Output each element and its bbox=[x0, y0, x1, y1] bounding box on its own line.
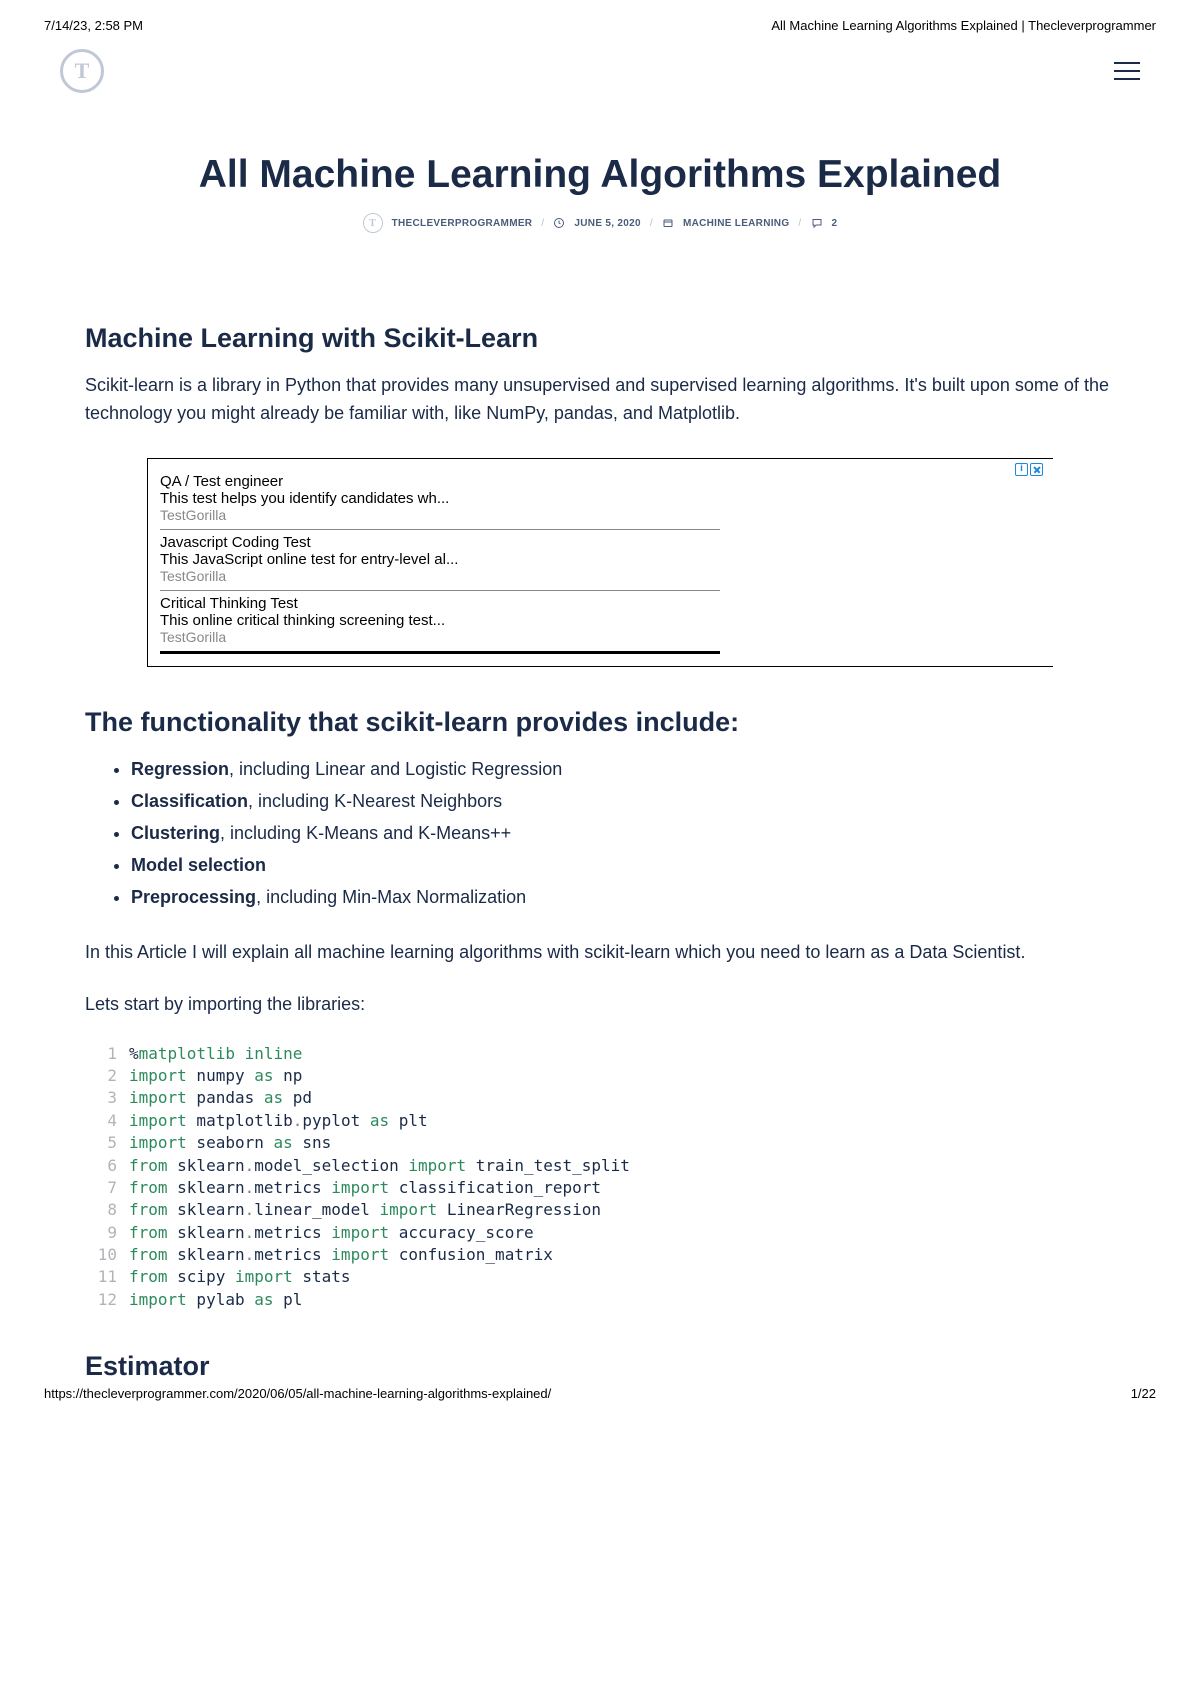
code-line: 8from sklearn.linear_model import Linear… bbox=[85, 1199, 1115, 1221]
code-line: 10from sklearn.metrics import confusion_… bbox=[85, 1244, 1115, 1266]
print-footer: https://thecleverprogrammer.com/2020/06/… bbox=[0, 1382, 1200, 1415]
code-line: 9from sklearn.metrics import accuracy_sc… bbox=[85, 1222, 1115, 1244]
line-number: 1 bbox=[85, 1043, 129, 1065]
article-title: All Machine Learning Algorithms Explaine… bbox=[0, 153, 1200, 197]
list-item: Model selection bbox=[131, 852, 1115, 879]
site-logo[interactable]: T bbox=[60, 49, 104, 93]
body-paragraph: Scikit-learn is a library in Python that… bbox=[85, 372, 1115, 428]
line-number: 4 bbox=[85, 1110, 129, 1132]
ad-title: QA / Test engineer bbox=[160, 473, 720, 490]
print-datetime: 7/14/23, 2:58 PM bbox=[44, 18, 143, 33]
ad-sponsor: TestGorilla bbox=[160, 629, 720, 645]
author-avatar-icon: T bbox=[363, 213, 383, 233]
ad-description: This test helps you identify candidates … bbox=[160, 490, 720, 507]
article-author[interactable]: THECLEVERPROGRAMMER bbox=[392, 218, 533, 229]
line-number: 9 bbox=[85, 1222, 129, 1244]
article-category[interactable]: MACHINE LEARNING bbox=[683, 218, 789, 229]
line-number: 10 bbox=[85, 1244, 129, 1266]
site-nav: T bbox=[0, 33, 1200, 93]
list-item: Classification, including K-Nearest Neig… bbox=[131, 788, 1115, 815]
line-number: 3 bbox=[85, 1087, 129, 1109]
article-content: Machine Learning with Scikit-Learn Sciki… bbox=[0, 323, 1200, 1382]
ad-description: This JavaScript online test for entry-le… bbox=[160, 551, 720, 568]
ad-close-icon[interactable] bbox=[1030, 463, 1043, 476]
line-number: 8 bbox=[85, 1199, 129, 1221]
code-line: 11from scipy import stats bbox=[85, 1266, 1115, 1288]
ad-sponsor: TestGorilla bbox=[160, 507, 720, 523]
print-title: All Machine Learning Algorithms Explaine… bbox=[771, 18, 1156, 33]
line-number: 11 bbox=[85, 1266, 129, 1288]
code-block: 1%matplotlib inline2import numpy as np3i… bbox=[85, 1043, 1115, 1312]
menu-toggle-icon[interactable] bbox=[1114, 62, 1140, 80]
code-line: 2import numpy as np bbox=[85, 1065, 1115, 1087]
ad-description: This online critical thinking screening … bbox=[160, 612, 720, 629]
code-line: 1%matplotlib inline bbox=[85, 1043, 1115, 1065]
ad-item[interactable]: Javascript Coding TestThis JavaScript on… bbox=[160, 530, 720, 591]
meta-separator: / bbox=[798, 218, 801, 229]
code-line: 7from sklearn.metrics import classificat… bbox=[85, 1177, 1115, 1199]
line-number: 12 bbox=[85, 1289, 129, 1311]
print-page: 1/22 bbox=[1131, 1386, 1156, 1401]
section-heading: The functionality that scikit-learn prov… bbox=[85, 707, 1115, 738]
code-line: 4import matplotlib.pyplot as plt bbox=[85, 1110, 1115, 1132]
print-url: https://thecleverprogrammer.com/2020/06/… bbox=[44, 1386, 551, 1401]
ad-controls: i bbox=[1015, 463, 1043, 476]
article-hero: All Machine Learning Algorithms Explaine… bbox=[0, 153, 1200, 233]
meta-separator: / bbox=[541, 218, 544, 229]
clock-icon bbox=[553, 217, 565, 229]
article-meta: T THECLEVERPROGRAMMER / JUNE 5, 2020 / M… bbox=[0, 213, 1200, 233]
code-line: 3import pandas as pd bbox=[85, 1087, 1115, 1109]
body-paragraph: Lets start by importing the libraries: bbox=[85, 991, 1115, 1019]
line-number: 6 bbox=[85, 1155, 129, 1177]
feature-list: Regression, including Linear and Logisti… bbox=[85, 756, 1115, 911]
folder-icon bbox=[662, 217, 674, 229]
print-header: 7/14/23, 2:58 PM All Machine Learning Al… bbox=[0, 0, 1200, 33]
ad-item[interactable]: QA / Test engineerThis test helps you id… bbox=[160, 469, 720, 530]
article-date[interactable]: JUNE 5, 2020 bbox=[574, 218, 640, 229]
line-number: 7 bbox=[85, 1177, 129, 1199]
line-number: 5 bbox=[85, 1132, 129, 1154]
code-line: 12import pylab as pl bbox=[85, 1289, 1115, 1311]
section-heading: Machine Learning with Scikit-Learn bbox=[85, 323, 1115, 354]
ad-sponsor: TestGorilla bbox=[160, 568, 720, 584]
code-line: 6from sklearn.model_selection import tra… bbox=[85, 1155, 1115, 1177]
list-item: Preprocessing, including Min-Max Normali… bbox=[131, 884, 1115, 911]
ad-container: i QA / Test engineerThis test helps you … bbox=[147, 458, 1053, 667]
list-item: Clustering, including K-Means and K-Mean… bbox=[131, 820, 1115, 847]
code-line: 5import seaborn as sns bbox=[85, 1132, 1115, 1154]
ad-title: Critical Thinking Test bbox=[160, 595, 720, 612]
body-paragraph: In this Article I will explain all machi… bbox=[85, 939, 1115, 967]
ad-info-icon[interactable]: i bbox=[1015, 463, 1028, 476]
comment-icon bbox=[811, 217, 823, 229]
ad-title: Javascript Coding Test bbox=[160, 534, 720, 551]
list-item: Regression, including Linear and Logisti… bbox=[131, 756, 1115, 783]
ad-item[interactable]: Critical Thinking TestThis online critic… bbox=[160, 591, 720, 654]
line-number: 2 bbox=[85, 1065, 129, 1087]
meta-separator: / bbox=[650, 218, 653, 229]
section-heading: Estimator bbox=[85, 1351, 1115, 1382]
article-comments[interactable]: 2 bbox=[832, 218, 838, 229]
